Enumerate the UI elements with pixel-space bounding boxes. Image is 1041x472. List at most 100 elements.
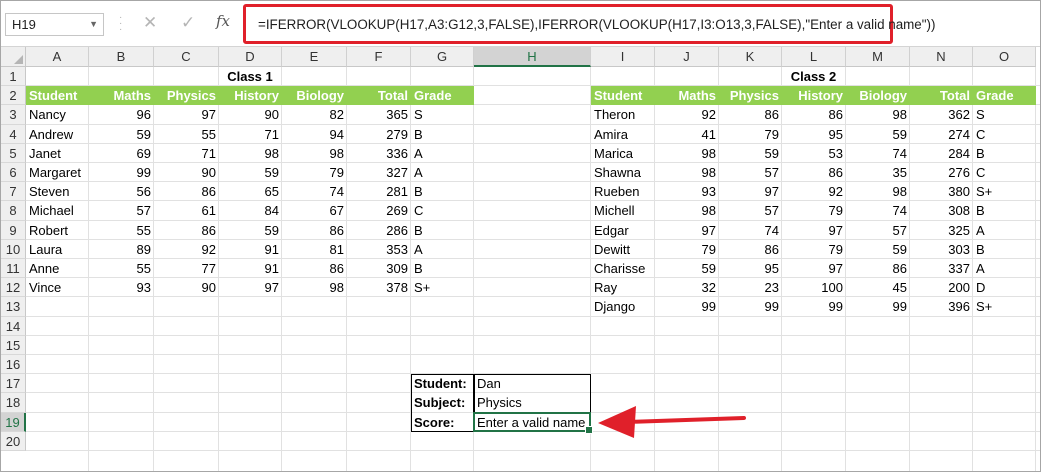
- class1-cell[interactable]: 59: [89, 125, 154, 144]
- class1-cell[interactable]: 378: [347, 278, 411, 297]
- class1-header-grade[interactable]: Grade: [411, 86, 474, 106]
- class2-cell[interactable]: 86: [719, 240, 782, 259]
- lookup-label[interactable]: Score:: [411, 413, 474, 432]
- class2-cell[interactable]: 98: [655, 163, 719, 182]
- class2-cell[interactable]: 59: [719, 144, 782, 163]
- class2-cell[interactable]: 86: [846, 259, 910, 278]
- class1-cell[interactable]: 98: [282, 278, 347, 297]
- row-header-6[interactable]: 6: [1, 163, 26, 183]
- class1-cell[interactable]: 90: [219, 105, 282, 124]
- class1-header-total[interactable]: Total: [347, 86, 411, 106]
- row-header-14[interactable]: 14: [1, 316, 26, 336]
- class2-cell[interactable]: 57: [846, 221, 910, 240]
- class1-cell[interactable]: 365: [347, 105, 411, 124]
- class1-cell[interactable]: Margaret: [26, 163, 89, 182]
- class2-cell[interactable]: 97: [719, 182, 782, 201]
- class1-cell[interactable]: 79: [282, 163, 347, 182]
- class2-cell[interactable]: Michell: [591, 201, 655, 220]
- class2-cell[interactable]: 98: [846, 105, 910, 124]
- class2-cell[interactable]: 396: [910, 297, 973, 316]
- class2-cell[interactable]: A: [973, 221, 1036, 240]
- class1-cell[interactable]: 99: [89, 163, 154, 182]
- lookup-label[interactable]: Subject:: [411, 393, 474, 412]
- class1-cell[interactable]: 65: [219, 182, 282, 201]
- row-header-12[interactable]: 12: [1, 278, 26, 298]
- class2-cell[interactable]: Amira: [591, 125, 655, 144]
- class2-cell[interactable]: 79: [719, 125, 782, 144]
- class1-cell[interactable]: 96: [89, 105, 154, 124]
- class1-cell[interactable]: A: [411, 163, 474, 182]
- class1-cell[interactable]: 91: [219, 240, 282, 259]
- class1-cell[interactable]: 86: [282, 221, 347, 240]
- class2-cell[interactable]: 74: [719, 221, 782, 240]
- row-header-20[interactable]: 20: [1, 431, 26, 451]
- class1-cell[interactable]: 67: [282, 201, 347, 220]
- class1-cell[interactable]: 98: [219, 144, 282, 163]
- class2-cell[interactable]: 362: [910, 105, 973, 124]
- class2-cell[interactable]: 97: [655, 221, 719, 240]
- class2-cell[interactable]: S+: [973, 297, 1036, 316]
- class1-cell[interactable]: 309: [347, 259, 411, 278]
- class2-cell[interactable]: 74: [846, 144, 910, 163]
- class2-cell[interactable]: 74: [846, 201, 910, 220]
- formula-input[interactable]: =IFERROR(VLOOKUP(H17,A3:G12,3,FALSE),IFE…: [243, 4, 935, 44]
- class1-cell[interactable]: 94: [282, 125, 347, 144]
- class2-cell[interactable]: 59: [655, 259, 719, 278]
- class2-header-grade[interactable]: Grade: [973, 86, 1036, 106]
- class2-cell[interactable]: 380: [910, 182, 973, 201]
- class2-cell[interactable]: 95: [782, 125, 846, 144]
- class1-cell[interactable]: 269: [347, 201, 411, 220]
- lookup-value[interactable]: Physics: [474, 393, 591, 412]
- class2-cell[interactable]: Marica: [591, 144, 655, 163]
- lookup-value[interactable]: Dan: [474, 374, 591, 393]
- column-header-o[interactable]: O: [973, 47, 1036, 67]
- class2-cell[interactable]: Dewitt: [591, 240, 655, 259]
- class2-cell[interactable]: S: [973, 105, 1036, 124]
- class1-header-biology[interactable]: Biology: [282, 86, 347, 106]
- row-header-18[interactable]: 18: [1, 393, 26, 413]
- class1-cell[interactable]: 71: [219, 125, 282, 144]
- class1-cell[interactable]: Steven: [26, 182, 89, 201]
- class2-cell[interactable]: 79: [655, 240, 719, 259]
- class2-cell[interactable]: 86: [719, 105, 782, 124]
- column-header-l[interactable]: L: [782, 47, 846, 67]
- class1-cell[interactable]: Anne: [26, 259, 89, 278]
- class2-cell[interactable]: 41: [655, 125, 719, 144]
- row-header-19[interactable]: 19: [1, 412, 26, 432]
- class2-cell[interactable]: Theron: [591, 105, 655, 124]
- class1-header-physics[interactable]: Physics: [154, 86, 219, 106]
- class1-cell[interactable]: A: [411, 240, 474, 259]
- class2-cell[interactable]: 276: [910, 163, 973, 182]
- class1-cell[interactable]: 353: [347, 240, 411, 259]
- class2-cell[interactable]: Charisse: [591, 259, 655, 278]
- class2-cell[interactable]: 86: [782, 163, 846, 182]
- class1-cell[interactable]: 69: [89, 144, 154, 163]
- lookup-label[interactable]: Student:: [411, 374, 474, 393]
- class1-cell[interactable]: Andrew: [26, 125, 89, 144]
- row-header-13[interactable]: 13: [1, 297, 26, 317]
- class2-cell[interactable]: S+: [973, 182, 1036, 201]
- class2-cell[interactable]: 23: [719, 278, 782, 297]
- class2-cell[interactable]: 59: [846, 240, 910, 259]
- class1-cell[interactable]: 90: [154, 163, 219, 182]
- enter-icon[interactable]: ✓: [181, 13, 195, 33]
- class2-header-total[interactable]: Total: [910, 86, 973, 106]
- class2-cell[interactable]: 79: [782, 201, 846, 220]
- name-box[interactable]: H19 ▼: [5, 13, 104, 36]
- class2-header-student[interactable]: Student: [591, 86, 655, 106]
- class1-cell[interactable]: 61: [154, 201, 219, 220]
- class1-cell[interactable]: Laura: [26, 240, 89, 259]
- class2-cell[interactable]: C: [973, 125, 1036, 144]
- class1-cell[interactable]: 74: [282, 182, 347, 201]
- column-header-g[interactable]: G: [411, 47, 474, 67]
- class1-cell[interactable]: 286: [347, 221, 411, 240]
- class2-cell[interactable]: D: [973, 278, 1036, 297]
- class2-cell[interactable]: 99: [655, 297, 719, 316]
- class2-cell[interactable]: C: [973, 163, 1036, 182]
- class1-cell[interactable]: 55: [89, 259, 154, 278]
- class1-cell[interactable]: B: [411, 125, 474, 144]
- class1-cell[interactable]: Robert: [26, 221, 89, 240]
- class2-cell[interactable]: 95: [719, 259, 782, 278]
- class2-cell[interactable]: Edgar: [591, 221, 655, 240]
- column-header-a[interactable]: A: [26, 47, 89, 67]
